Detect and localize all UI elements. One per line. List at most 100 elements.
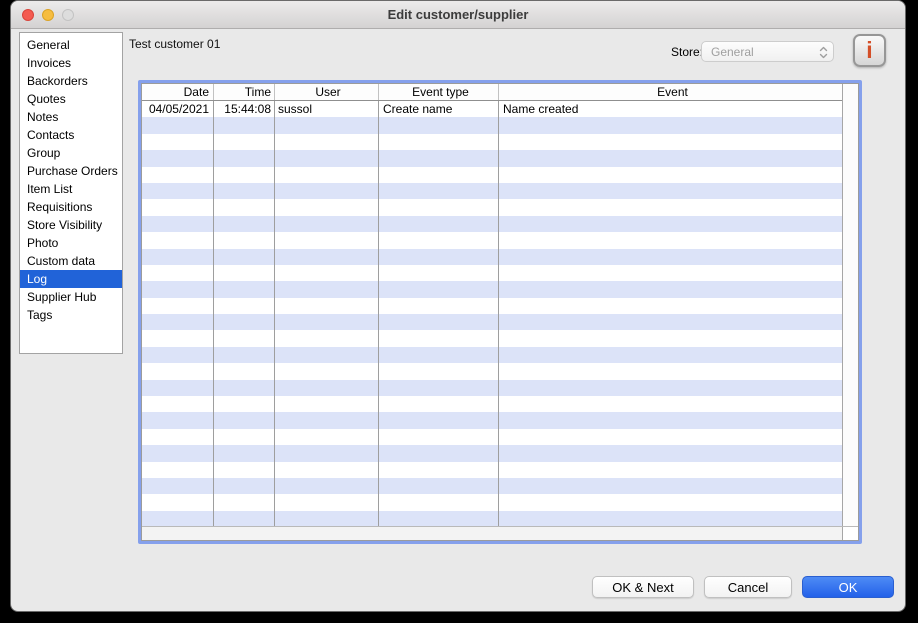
sidebar-item-supplier-hub[interactable]: Supplier Hub xyxy=(20,288,122,306)
close-icon[interactable] xyxy=(22,9,34,21)
empty-row xyxy=(142,183,842,199)
cell-event-type xyxy=(379,117,499,133)
sidebar-item-backorders[interactable]: Backorders xyxy=(20,72,122,90)
empty-row xyxy=(142,478,842,494)
cell-user xyxy=(275,117,379,133)
cell-date xyxy=(142,412,214,428)
ok-next-button[interactable]: OK & Next xyxy=(592,576,694,598)
sidebar-item-notes[interactable]: Notes xyxy=(20,108,122,126)
sidebar-item-quotes[interactable]: Quotes xyxy=(20,90,122,108)
cell-event xyxy=(499,462,842,478)
empty-row xyxy=(142,216,842,232)
zoom-icon[interactable] xyxy=(62,9,74,21)
cell-event-type xyxy=(379,412,499,428)
sidebar-item-requisitions[interactable]: Requisitions xyxy=(20,198,122,216)
cell-time xyxy=(214,380,275,396)
cell-time xyxy=(214,298,275,314)
cancel-button[interactable]: Cancel xyxy=(704,576,792,598)
cell-date xyxy=(142,445,214,461)
sidebar-item-general[interactable]: General xyxy=(20,36,122,54)
cell-event-type xyxy=(379,249,499,265)
empty-row xyxy=(142,281,842,297)
cell-date xyxy=(142,134,214,150)
sidebar-item-tags[interactable]: Tags xyxy=(20,306,122,324)
empty-row xyxy=(142,445,842,461)
cell-user xyxy=(275,314,379,330)
cell-user xyxy=(275,429,379,445)
cell-event xyxy=(499,167,842,183)
empty-row xyxy=(142,265,842,281)
store-select-value: General xyxy=(711,45,754,59)
info-icon: i xyxy=(866,37,872,64)
cell-time xyxy=(214,167,275,183)
cell-user xyxy=(275,478,379,494)
cell-event-type xyxy=(379,429,499,445)
cell-time xyxy=(214,445,275,461)
sidebar-item-group[interactable]: Group xyxy=(20,144,122,162)
column-header-event-type[interactable]: Event type xyxy=(379,84,499,100)
empty-row xyxy=(142,199,842,215)
column-header-date[interactable]: Date xyxy=(142,84,214,100)
table-body[interactable]: 04/05/202115:44:08sussolCreate nameName … xyxy=(142,101,842,526)
info-button[interactable]: i xyxy=(853,34,886,67)
cell-event-type xyxy=(379,380,499,396)
horizontal-scrollbar[interactable] xyxy=(142,527,842,540)
cell-event-type xyxy=(379,462,499,478)
cell-event: Name created xyxy=(499,101,842,117)
store-select[interactable]: General xyxy=(701,41,834,62)
cell-event-type xyxy=(379,167,499,183)
column-header-time[interactable]: Time xyxy=(214,84,275,100)
empty-row xyxy=(142,429,842,445)
log-table-row[interactable]: 04/05/202115:44:08sussolCreate nameName … xyxy=(142,101,842,117)
sidebar-item-store-visibility[interactable]: Store Visibility xyxy=(20,216,122,234)
cell-event xyxy=(499,216,842,232)
cell-event xyxy=(499,511,842,526)
cell-event xyxy=(499,347,842,363)
cell-time xyxy=(214,265,275,281)
cell-time xyxy=(214,232,275,248)
cell-time xyxy=(214,478,275,494)
cell-event xyxy=(499,281,842,297)
log-table-inner: DateTimeUserEvent typeEvent 04/05/202115… xyxy=(141,83,859,541)
cell-user xyxy=(275,281,379,297)
cell-event-type xyxy=(379,281,499,297)
cell-date xyxy=(142,511,214,526)
cell-event-type xyxy=(379,396,499,412)
column-header-event[interactable]: Event xyxy=(499,84,842,100)
empty-row xyxy=(142,232,842,248)
sidebar-item-photo[interactable]: Photo xyxy=(20,234,122,252)
empty-row xyxy=(142,347,842,363)
empty-row xyxy=(142,396,842,412)
cell-event-type xyxy=(379,478,499,494)
cell-event xyxy=(499,314,842,330)
sidebar-item-contacts[interactable]: Contacts xyxy=(20,126,122,144)
sidebar-item-log[interactable]: Log xyxy=(20,270,122,288)
sidebar-item-invoices[interactable]: Invoices xyxy=(20,54,122,72)
empty-row xyxy=(142,380,842,396)
cell-event xyxy=(499,396,842,412)
sidebar-item-purchase-orders[interactable]: Purchase Orders xyxy=(20,162,122,180)
window-titlebar[interactable]: Edit customer/supplier xyxy=(11,1,905,29)
table-header: DateTimeUserEvent typeEvent xyxy=(142,84,842,101)
cell-user xyxy=(275,445,379,461)
empty-row xyxy=(142,462,842,478)
cell-event xyxy=(499,412,842,428)
cell-time xyxy=(214,314,275,330)
cell-event-type xyxy=(379,298,499,314)
cell-date xyxy=(142,167,214,183)
sidebar-item-item-list[interactable]: Item List xyxy=(20,180,122,198)
cell-event xyxy=(499,478,842,494)
minimize-icon[interactable] xyxy=(42,9,54,21)
cell-date xyxy=(142,298,214,314)
column-header-user[interactable]: User xyxy=(275,84,379,100)
cell-user xyxy=(275,167,379,183)
ok-button[interactable]: OK xyxy=(802,576,894,598)
cell-event-type xyxy=(379,494,499,510)
log-table: DateTimeUserEvent typeEvent 04/05/202115… xyxy=(138,80,862,544)
vertical-scrollbar[interactable] xyxy=(842,84,858,526)
sidebar-item-custom-data[interactable]: Custom data xyxy=(20,252,122,270)
cell-time xyxy=(214,429,275,445)
cell-date xyxy=(142,281,214,297)
cell-user xyxy=(275,298,379,314)
cell-user xyxy=(275,150,379,166)
